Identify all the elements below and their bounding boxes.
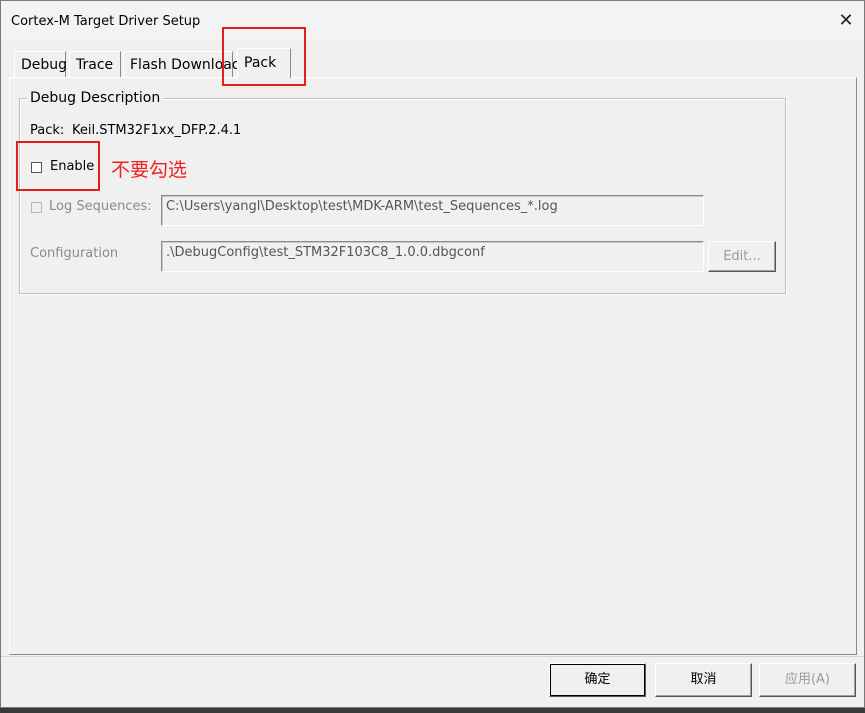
footer-separator: [1, 656, 864, 657]
edit-button[interactable]: Edit...: [708, 241, 776, 272]
apply-button[interactable]: 应用(A): [759, 663, 856, 697]
close-icon[interactable]: ✕: [834, 9, 858, 33]
pack-label: Pack:: [30, 123, 65, 138]
log-sequences-label: Log Sequences:: [49, 199, 152, 214]
ok-button[interactable]: 确定: [549, 663, 646, 697]
enable-checkbox[interactable]: [31, 162, 42, 173]
pack-value: Keil.STM32F1xx_DFP.2.4.1: [72, 123, 242, 138]
log-sequences-checkbox[interactable]: [31, 202, 42, 213]
log-sequences-value: C:\Users\yangl\Desktop\test\MDK-ARM\test…: [166, 199, 558, 214]
cancel-button[interactable]: 取消: [655, 663, 752, 697]
configuration-field[interactable]: .\DebugConfig\test_STM32F103C8_1.0.0.dbg…: [161, 241, 704, 272]
title-bar[interactable]: Cortex-M Target Driver Setup ✕: [1, 1, 864, 41]
configuration-value: .\DebugConfig\test_STM32F103C8_1.0.0.dbg…: [166, 245, 485, 260]
tab-trace[interactable]: Trace: [69, 51, 121, 77]
dialog-window: Cortex-M Target Driver Setup ✕ Debug Tra…: [0, 0, 865, 708]
group-legend: Debug Description: [27, 90, 164, 106]
log-sequences-field[interactable]: C:\Users\yangl\Desktop\test\MDK-ARM\test…: [161, 195, 704, 226]
configuration-label: Configuration: [30, 246, 119, 261]
tab-flash-download[interactable]: Flash Download: [123, 51, 241, 77]
tab-pack[interactable]: Pack: [237, 48, 291, 78]
tab-debug[interactable]: Debug: [14, 51, 67, 77]
window-title: Cortex-M Target Driver Setup: [11, 14, 201, 29]
enable-label[interactable]: Enable: [50, 159, 94, 174]
annotation-text: 不要勾选: [111, 159, 188, 181]
